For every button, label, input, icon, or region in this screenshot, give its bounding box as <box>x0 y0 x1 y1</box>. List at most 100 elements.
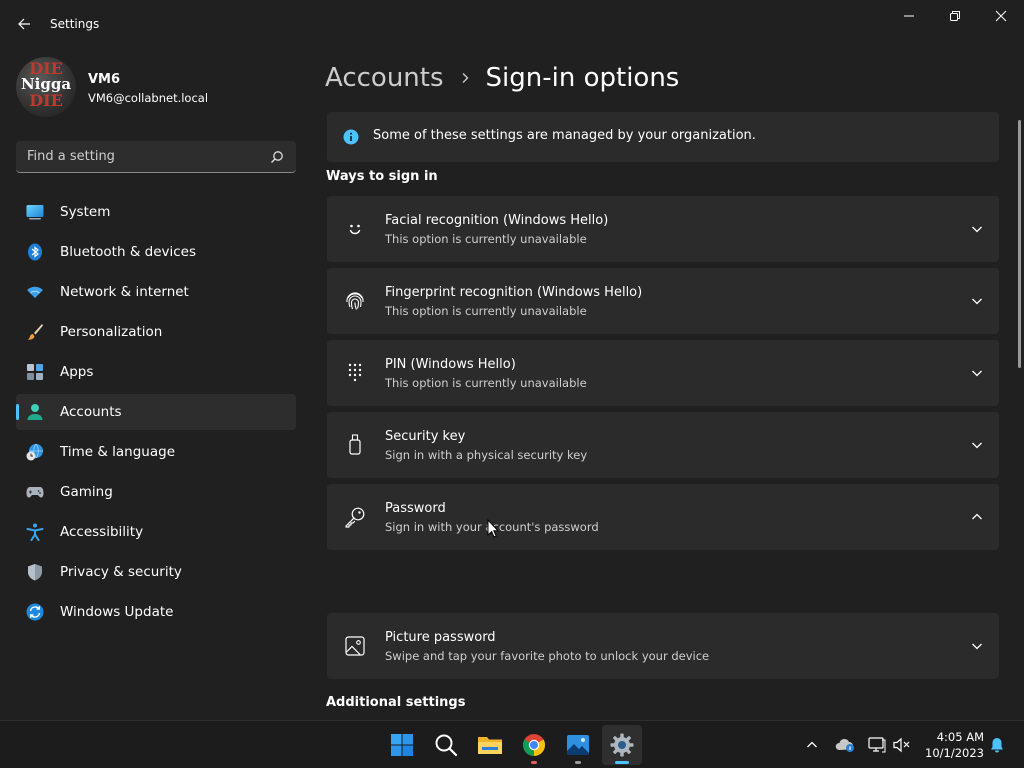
sidebar-item-label: Network & internet <box>60 284 189 300</box>
sidebar-item-personalization[interactable]: Personalization <box>16 314 296 350</box>
minimize-button[interactable] <box>886 4 932 28</box>
search-icon[interactable] <box>270 150 284 164</box>
sidebar-item-label: Bluetooth & devices <box>60 244 197 260</box>
onedrive-icon <box>835 738 854 752</box>
sidebar-item-label: System <box>60 204 111 220</box>
sidebar-item-bluetooth[interactable]: Bluetooth & devices <box>16 234 296 270</box>
running-indicator <box>531 761 537 764</box>
option-subtitle: This option is currently unavailable <box>385 232 587 246</box>
sidebar-item-label: Personalization <box>60 324 163 340</box>
option-facial-recognition[interactable]: Facial recognition (Windows Hello) This … <box>327 196 999 262</box>
bluetooth-icon <box>28 243 42 261</box>
network-icon <box>868 737 886 753</box>
restore-button[interactable] <box>932 4 978 28</box>
scrollbar-thumb[interactable] <box>1018 120 1021 368</box>
sidebar-item-windows-update[interactable]: Windows Update <box>16 594 296 630</box>
shield-icon <box>28 564 42 581</box>
option-pin[interactable]: PIN (Windows Hello) This option is curre… <box>327 340 999 406</box>
running-indicator <box>575 761 581 764</box>
app-title: Settings <box>50 17 100 31</box>
sidebar-item-privacy-security[interactable]: Privacy & security <box>16 554 296 590</box>
sidebar-item-gaming[interactable]: Gaming <box>16 474 296 510</box>
section-title-additional-settings: Additional settings <box>326 695 466 710</box>
user-name: VM6 <box>88 72 121 87</box>
show-hidden-icons-button[interactable] <box>800 733 824 757</box>
close-button[interactable] <box>978 4 1024 28</box>
face-icon <box>349 224 361 235</box>
sidebar-item-accounts[interactable]: Accounts <box>16 394 296 430</box>
volume-tray[interactable] <box>890 733 914 757</box>
sidebar-item-label: Gaming <box>60 484 113 500</box>
breadcrumb-parent-link[interactable]: Accounts <box>325 63 444 93</box>
sidebar-item-label: Accessibility <box>60 524 144 540</box>
user-email: VM6@collabnet.local <box>88 91 209 105</box>
sidebar-item-time-language[interactable]: Time & language <box>16 434 296 470</box>
fingerprint-icon <box>346 292 364 310</box>
close-icon <box>995 10 1007 22</box>
wifi-icon <box>27 286 43 298</box>
arrow-left-icon <box>18 18 30 30</box>
brush-icon <box>27 324 43 340</box>
search-box <box>16 141 296 173</box>
folder-icon <box>478 737 502 754</box>
option-subtitle: This option is currently unavailable <box>385 304 587 318</box>
user-profile[interactable]: DIE Nigga DIE VM6 VM6@collabnet.local <box>16 57 296 119</box>
option-subtitle: Swipe and tap your favorite photo to unl… <box>385 649 710 663</box>
option-title: Facial recognition (Windows Hello) <box>385 213 609 228</box>
breadcrumb: Accounts Sign-in options <box>325 58 679 98</box>
sidebar-item-label: Privacy & security <box>60 564 182 580</box>
taskbar-settings[interactable] <box>602 725 642 765</box>
info-bar: Some of these settings are managed by yo… <box>327 112 999 162</box>
sidebar-item-system[interactable]: System <box>16 194 296 230</box>
option-subtitle: Sign in with a physical security key <box>385 448 588 462</box>
notification-button[interactable] <box>985 733 1009 757</box>
chrome-icon <box>523 734 545 756</box>
search-input[interactable] <box>16 141 266 172</box>
sidebar-item-accessibility[interactable]: Accessibility <box>16 514 296 550</box>
chevron-down-icon[interactable] <box>971 439 983 451</box>
clock-date: 10/1/2023 <box>925 746 984 760</box>
photos-icon <box>567 735 589 755</box>
sidebar-item-label: Windows Update <box>60 604 174 620</box>
chevron-up-icon[interactable] <box>971 511 983 523</box>
option-security-key[interactable]: Security key Sign in with a physical sec… <box>327 412 999 478</box>
restore-icon <box>950 11 960 21</box>
chevron-down-icon[interactable] <box>971 223 983 235</box>
gear-icon <box>610 733 634 757</box>
chevron-up-icon <box>807 741 817 748</box>
gamepad-icon <box>26 487 44 498</box>
monitor-icon <box>26 205 44 220</box>
chevron-down-icon[interactable] <box>971 295 983 307</box>
taskbar-chrome[interactable] <box>514 725 554 765</box>
option-title: PIN (Windows Hello) <box>385 357 516 372</box>
taskbar-photos[interactable] <box>558 725 598 765</box>
option-picture-password[interactable]: Picture password Swipe and tap your favo… <box>327 613 999 679</box>
taskbar-start-button[interactable] <box>382 725 422 765</box>
chevron-down-icon[interactable] <box>971 367 983 379</box>
taskbar-search-button[interactable] <box>426 725 466 765</box>
onedrive-tray[interactable] <box>833 733 857 757</box>
bell-icon <box>991 738 1003 753</box>
taskbar-clock[interactable]: 4:05 AM 10/1/2023 <box>914 729 984 761</box>
option-title: Password <box>385 501 446 516</box>
taskbar-file-explorer[interactable] <box>470 725 510 765</box>
title-bar: Settings <box>0 0 1024 48</box>
sidebar-nav: System Bluetooth & devices Network & int… <box>16 194 296 634</box>
globe-clock-icon <box>26 443 43 461</box>
option-fingerprint-recognition[interactable]: Fingerprint recognition (Windows Hello) … <box>327 268 999 334</box>
sidebar-item-network[interactable]: Network & internet <box>16 274 296 310</box>
network-tray[interactable] <box>865 733 889 757</box>
option-password[interactable]: Password Sign in with your account's pas… <box>327 484 999 550</box>
chevron-down-icon[interactable] <box>971 640 983 652</box>
chevron-right-icon <box>460 72 470 84</box>
mouse-cursor-icon <box>487 519 499 538</box>
usb-key-icon <box>349 434 361 455</box>
sidebar-item-apps[interactable]: Apps <box>16 354 296 390</box>
picture-icon <box>345 636 365 656</box>
person-icon <box>27 404 43 420</box>
section-title-ways-to-sign-in: Ways to sign in <box>326 169 438 184</box>
sidebar-item-label: Time & language <box>60 444 176 460</box>
option-title: Picture password <box>385 630 496 645</box>
avatar-text-middle: Nigga <box>20 75 72 93</box>
back-button[interactable] <box>12 12 36 36</box>
